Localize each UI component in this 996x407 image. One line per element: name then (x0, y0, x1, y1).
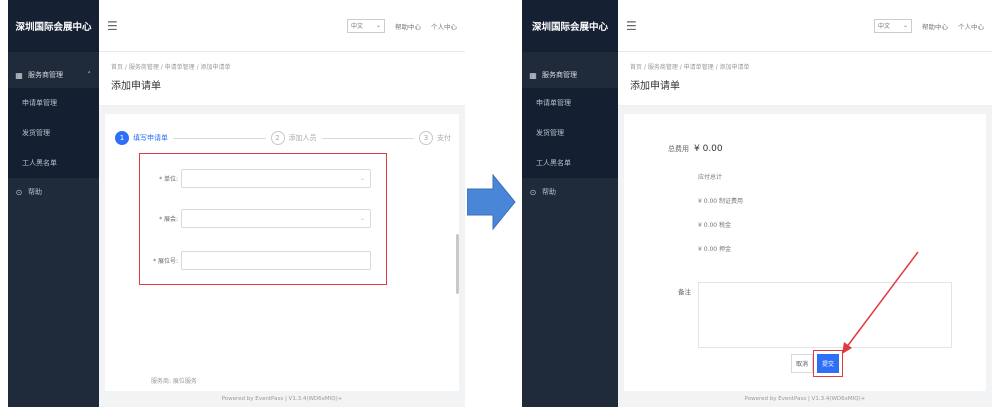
breadcrumb: 首页 / 服务商管理 / 申请单管理 / 添加申请单 (630, 64, 750, 71)
language-select[interactable]: 中文 ⌄ (347, 18, 385, 33)
right-screenshot: 深圳国际会展中心 ▦ 服务商管理 申请单管理 发货管理 工人黑名单 ⊙ 帮助 ☰… (522, 0, 992, 407)
step-1-dot: 1 (115, 131, 129, 145)
sidebar-item-shipping[interactable]: 发货管理 (522, 118, 618, 148)
sidebar: 深圳国际会展中心 ▦ 服务商管理 ˄ 申请单管理 发货管理 工人黑名单 ⊙ 帮助 (8, 0, 99, 407)
page-title: 添加申请单 (630, 81, 680, 92)
sidebar-help-label: 帮助 (542, 188, 556, 196)
remark-label: 备注 (678, 288, 691, 296)
fee-section-title: 应付总计 (698, 174, 723, 181)
grid-icon: ▦ (15, 70, 23, 80)
topbar: ☰ 中文 ⌄ 帮助中心 个人中心 (618, 0, 992, 52)
unit-select[interactable]: ⌄ (181, 168, 371, 188)
page-title: 添加申请单 (111, 81, 161, 92)
chevron-down-icon: ⌄ (902, 22, 908, 29)
exhibition-select[interactable]: ⌄ (181, 208, 371, 228)
sidebar-item-shipping[interactable]: 发货管理 (8, 118, 99, 148)
sidebar-group-label: 服务商管理 (542, 71, 577, 79)
user-center-menu[interactable]: 个人中心 (958, 21, 984, 31)
language-select[interactable]: 中文 ⌄ (874, 18, 912, 33)
language-value: 中文 (351, 23, 364, 30)
form-card: 1 填写申请单 2 添加人员 3 支付 * 单位: ⌄ * 展会: ⌄ * 展位… (105, 114, 459, 391)
field-unit: * 单位: ⌄ (145, 168, 371, 188)
grid-icon: ▦ (529, 70, 537, 80)
chevron-down-icon: ⌄ (359, 214, 365, 222)
left-screenshot: 深圳国际会展中心 ▦ 服务商管理 ˄ 申请单管理 发货管理 工人黑名单 ⊙ 帮助… (8, 0, 465, 407)
help-center-link[interactable]: 帮助中心 (395, 21, 421, 31)
chevron-down-icon: ⌄ (359, 174, 365, 182)
main-content: 首页 / 服务商管理 / 申请单管理 / 添加申请单 添加申请单 总费用 ¥ 0… (618, 52, 992, 407)
payment-card: 总费用 ¥ 0.00 应付总计 ¥ 0.00 制证费用 ¥ 0.00 税金 ¥ … (624, 114, 986, 391)
fee-line-badge: ¥ 0.00 制证费用 (698, 198, 743, 205)
sidebar-item-applications[interactable]: 申请单管理 (522, 88, 618, 118)
step-connector (321, 137, 414, 139)
sidebar-submenu: 申请单管理 发货管理 工人黑名单 (522, 88, 618, 178)
field-exhibition: * 展会: ⌄ (145, 208, 371, 228)
field-booth-label: * 展位号: (153, 257, 178, 265)
submit-highlight-box (813, 350, 843, 377)
topbar: ☰ 中文 ⌄ 帮助中心 个人中心 (99, 0, 465, 52)
topbar-actions: 中文 ⌄ 帮助中心 个人中心 (874, 18, 984, 33)
sidebar-help-label: 帮助 (28, 188, 42, 196)
step-3-label: 支付 (437, 134, 451, 142)
fee-line-deposit: ¥ 0.00 押金 (698, 246, 731, 253)
menu-toggle-icon[interactable]: ☰ (107, 19, 118, 33)
field-booth: * 展位号: (145, 250, 371, 270)
sidebar-submenu: 申请单管理 发货管理 工人黑名单 (8, 88, 99, 178)
user-center-menu[interactable]: 个人中心 (431, 21, 457, 31)
brand-logo: 深圳国际会展中心 (522, 0, 618, 52)
scrollbar-thumb[interactable] (456, 234, 459, 294)
step-connector (173, 137, 266, 139)
page-header: 首页 / 服务商管理 / 申请单管理 / 添加申请单 添加申请单 (99, 52, 465, 106)
fee-total: 总费用 ¥ 0.00 (668, 144, 723, 154)
sidebar-item-applications[interactable]: 申请单管理 (8, 88, 99, 118)
footer: Powered by EventPass | V1.3.4(WD6xMIQ)+ (99, 391, 465, 407)
chevron-down-icon: ⌄ (375, 22, 381, 29)
fee-line-tax: ¥ 0.00 税金 (698, 222, 731, 229)
sidebar-item-help[interactable]: ⊙ 帮助 (522, 178, 618, 206)
sidebar: 深圳国际会展中心 ▦ 服务商管理 申请单管理 发货管理 工人黑名单 ⊙ 帮助 (522, 0, 618, 407)
cancel-button[interactable]: 取消 (791, 354, 813, 373)
sidebar-item-help[interactable]: ⊙ 帮助 (8, 178, 99, 206)
topbar-actions: 中文 ⌄ 帮助中心 个人中心 (347, 18, 457, 33)
menu-toggle-icon[interactable]: ☰ (626, 19, 637, 33)
help-center-link[interactable]: 帮助中心 (922, 21, 948, 31)
fee-total-value: ¥ 0.00 (694, 144, 723, 154)
help-circle-icon: ⊙ (529, 187, 537, 197)
step-2-label: 添加人员 (288, 134, 317, 142)
breadcrumb: 首页 / 服务商管理 / 申请单管理 / 添加申请单 (111, 64, 231, 71)
step-1: 1 填写申请单 (115, 131, 168, 145)
step-1-label: 填写申请单 (133, 134, 168, 142)
field-exhibition-label: * 展会: (159, 215, 178, 223)
field-unit-label: * 单位: (159, 175, 178, 183)
sidebar-group-label: 服务商管理 (28, 71, 63, 79)
step-2-dot: 2 (270, 131, 285, 145)
sidebar-item-blacklist[interactable]: 工人黑名单 (8, 148, 99, 178)
booth-number-input[interactable] (181, 250, 371, 270)
flow-arrow-icon (467, 173, 516, 231)
partial-field-text: 服务商: 展位服务 (151, 378, 197, 385)
brand-logo: 深圳国际会展中心 (8, 0, 99, 52)
fee-total-label: 总费用 (668, 145, 689, 153)
remark-textarea[interactable] (698, 282, 952, 348)
sidebar-group-service[interactable]: ▦ 服务商管理 ˄ (8, 62, 99, 88)
step-progress: 1 填写申请单 2 添加人员 3 支付 (115, 130, 451, 146)
sidebar-group-service[interactable]: ▦ 服务商管理 (522, 62, 618, 88)
chevron-up-icon: ˄ (87, 71, 92, 79)
language-value: 中文 (878, 23, 891, 30)
step-3: 3 支付 (419, 131, 451, 145)
step-2: 2 添加人员 (270, 131, 317, 145)
sidebar-item-blacklist[interactable]: 工人黑名单 (522, 148, 618, 178)
main-content: 首页 / 服务商管理 / 申请单管理 / 添加申请单 添加申请单 1 填写申请单… (99, 52, 465, 407)
footer: Powered by EventPass | V1.3.4(WD6xMIQ)+ (618, 391, 992, 407)
page-header: 首页 / 服务商管理 / 申请单管理 / 添加申请单 添加申请单 (618, 52, 992, 106)
step-3-dot: 3 (419, 131, 433, 145)
help-circle-icon: ⊙ (15, 187, 23, 197)
